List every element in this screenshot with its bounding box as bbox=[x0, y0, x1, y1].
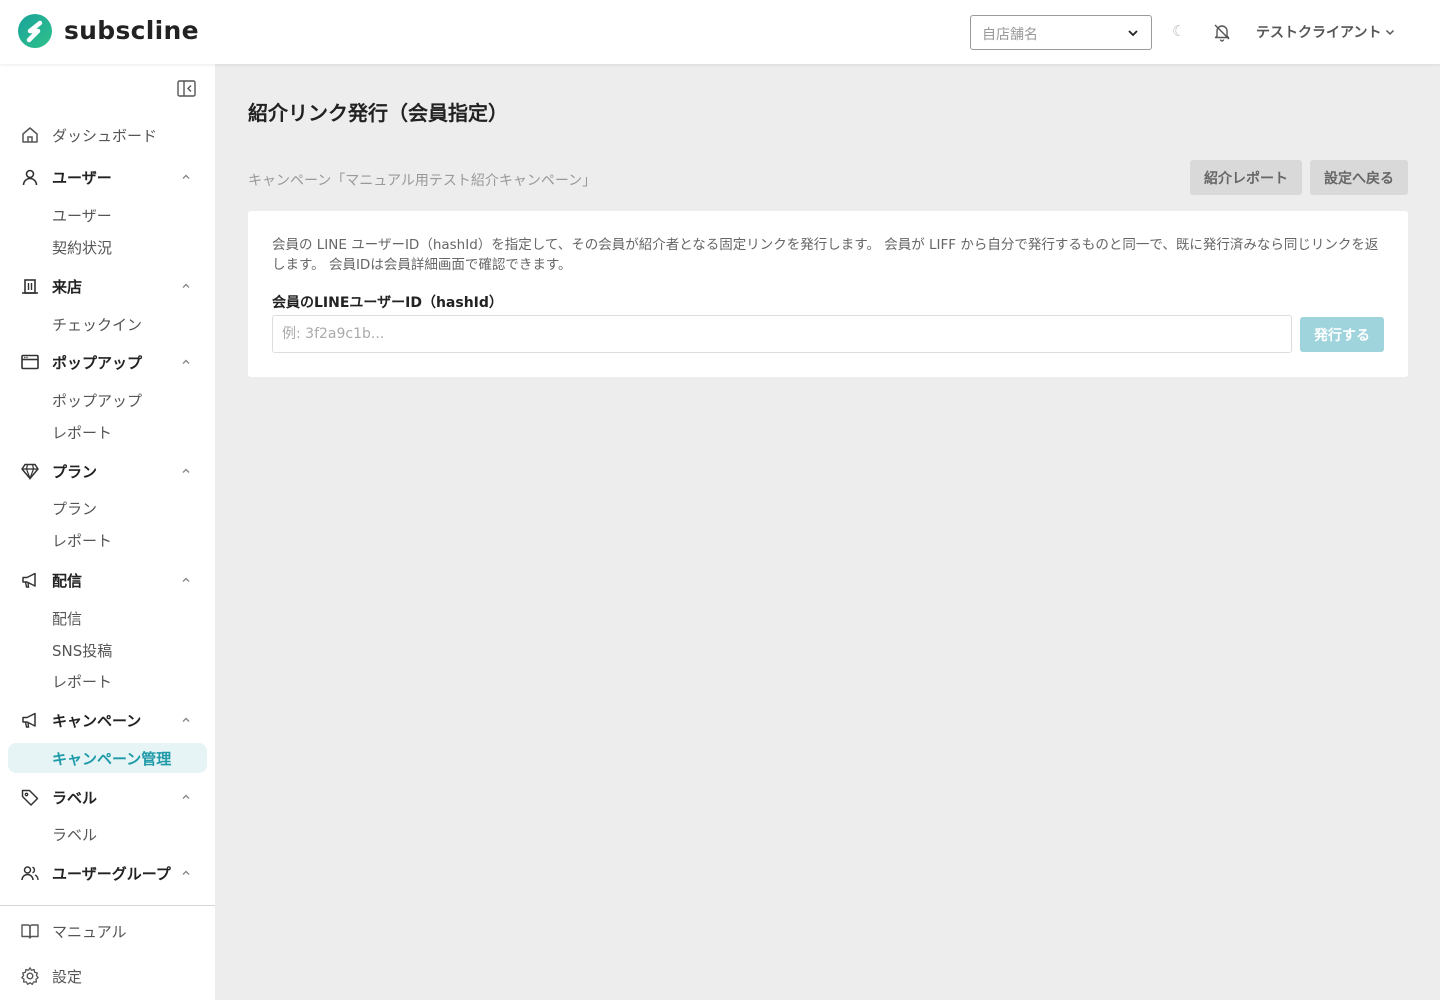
sidebar-item-popup-report[interactable]: レポート bbox=[52, 422, 112, 443]
sidebar-section-label-text: ラベル bbox=[52, 788, 98, 807]
dark-mode-toggle-icon[interactable]: ☾ bbox=[1172, 22, 1185, 40]
user-icon bbox=[22, 169, 38, 186]
chevron-up-icon bbox=[182, 359, 190, 364]
sidebar-item-campaign-management[interactable]: キャンペーン管理 bbox=[52, 748, 171, 769]
sidebar-item-plan-report[interactable]: レポート bbox=[52, 530, 112, 551]
sidebar-divider bbox=[0, 905, 215, 906]
bell-off-icon[interactable] bbox=[1212, 22, 1232, 42]
sidebar-item-dashboard[interactable]: ダッシュボード bbox=[0, 121, 215, 149]
sidebar-section-campaign[interactable]: キャンペーン bbox=[0, 706, 215, 734]
chevron-up-icon bbox=[182, 717, 190, 722]
sidebar-section-label: プラン bbox=[52, 462, 98, 481]
diamond-icon bbox=[21, 463, 39, 481]
sidebar-item-contract-status[interactable]: 契約状況 bbox=[52, 237, 112, 258]
sidebar-section-label: 配信 bbox=[52, 571, 83, 590]
chevron-down-icon bbox=[1128, 30, 1138, 37]
chevron-up-icon bbox=[182, 794, 190, 799]
user-menu[interactable]: テストクライアント bbox=[1256, 22, 1395, 42]
sidebar-collapse-icon[interactable] bbox=[177, 80, 196, 97]
sidebar-item-label[interactable]: ラベル bbox=[52, 824, 97, 845]
sidebar-section-label: ポップアップ bbox=[52, 353, 143, 372]
sidebar-item-delivery-report[interactable]: レポート bbox=[52, 671, 112, 692]
book-open-icon bbox=[21, 924, 39, 939]
sidebar-item-label: 設定 bbox=[52, 967, 83, 986]
sidebar-item-manual[interactable]: マニュアル bbox=[0, 917, 215, 945]
chevron-up-icon bbox=[182, 174, 190, 179]
store-select[interactable]: 自店舗名 bbox=[970, 15, 1152, 50]
sidebar-section-plan[interactable]: プラン bbox=[0, 457, 215, 485]
logo-mark-icon bbox=[18, 14, 52, 48]
hashid-field-label: 会員のLINEユーザーID（hashId） bbox=[272, 295, 503, 311]
hashid-input[interactable] bbox=[272, 315, 1292, 353]
sidebar-section-visit[interactable]: 来店 bbox=[0, 272, 215, 300]
sidebar-item-checkin[interactable]: チェックイン bbox=[52, 314, 142, 335]
megaphone-icon bbox=[22, 712, 36, 728]
page-title: 紹介リンク発行（会員指定） bbox=[248, 101, 508, 125]
issue-button[interactable]: 発行する bbox=[1300, 317, 1384, 352]
megaphone-icon bbox=[22, 572, 36, 588]
top-header: subscline 自店舗名 ☾ テストクライアント bbox=[0, 0, 1440, 64]
sidebar-section-label: ユーザー bbox=[52, 168, 112, 187]
sidebar-section-popup[interactable]: ポップアップ bbox=[0, 348, 215, 376]
back-to-settings-button[interactable]: 設定へ戻る bbox=[1310, 160, 1408, 195]
sidebar: ダッシュボード ユーザー ユーザー 契約状況 来店 チェックイン ポップアップ bbox=[0, 64, 215, 1000]
logo-text: subscline bbox=[64, 16, 199, 45]
chevron-down-icon bbox=[1386, 29, 1395, 36]
sidebar-item-label: ダッシュボード bbox=[52, 126, 158, 145]
description-text: 会員の LINE ユーザーID（hashId）を指定して、その会員が紹介者となる… bbox=[272, 237, 1379, 273]
chevron-up-icon bbox=[182, 468, 190, 473]
sidebar-item-label: マニュアル bbox=[52, 922, 127, 941]
building-icon bbox=[22, 279, 38, 294]
campaign-name-text: キャンペーン「マニュアル用テスト紹介キャンペーン」 bbox=[248, 173, 597, 189]
sidebar-section-label[interactable]: ラベル bbox=[0, 783, 215, 811]
chevron-up-icon bbox=[182, 283, 190, 288]
tag-icon bbox=[21, 789, 39, 806]
sidebar-section-delivery[interactable]: 配信 bbox=[0, 566, 215, 594]
referral-report-button[interactable]: 紹介レポート bbox=[1190, 160, 1302, 195]
sidebar-item-popup[interactable]: ポップアップ bbox=[52, 390, 142, 411]
sidebar-section-users[interactable]: ユーザー bbox=[0, 163, 215, 191]
chevron-up-icon bbox=[182, 577, 190, 582]
sidebar-item-sns-post[interactable]: SNS投稿 bbox=[52, 640, 112, 661]
sidebar-item-users[interactable]: ユーザー bbox=[52, 205, 112, 226]
store-select-placeholder: 自店舗名 bbox=[982, 27, 1038, 43]
sidebar-section-label: 来店 bbox=[52, 277, 83, 296]
sidebar-item-settings[interactable]: 設定 bbox=[0, 962, 215, 990]
users-icon bbox=[21, 866, 39, 881]
sidebar-section-label: ユーザーグループ bbox=[52, 864, 171, 883]
issue-link-card: 会員の LINE ユーザーID（hashId）を指定して、その会員が紹介者となる… bbox=[248, 211, 1408, 377]
sidebar-item-delivery[interactable]: 配信 bbox=[52, 608, 82, 629]
home-icon bbox=[22, 127, 38, 143]
user-menu-label: テストクライアント bbox=[1256, 25, 1382, 41]
browser-window-icon bbox=[21, 354, 39, 370]
sidebar-section-label: キャンペーン bbox=[52, 711, 142, 730]
logo[interactable]: subscline bbox=[16, 14, 199, 48]
chevron-up-icon bbox=[182, 870, 190, 875]
sidebar-item-plan[interactable]: プラン bbox=[52, 498, 97, 519]
gear-icon bbox=[21, 967, 39, 985]
sidebar-section-user-group[interactable]: ユーザーグループ bbox=[0, 859, 215, 887]
